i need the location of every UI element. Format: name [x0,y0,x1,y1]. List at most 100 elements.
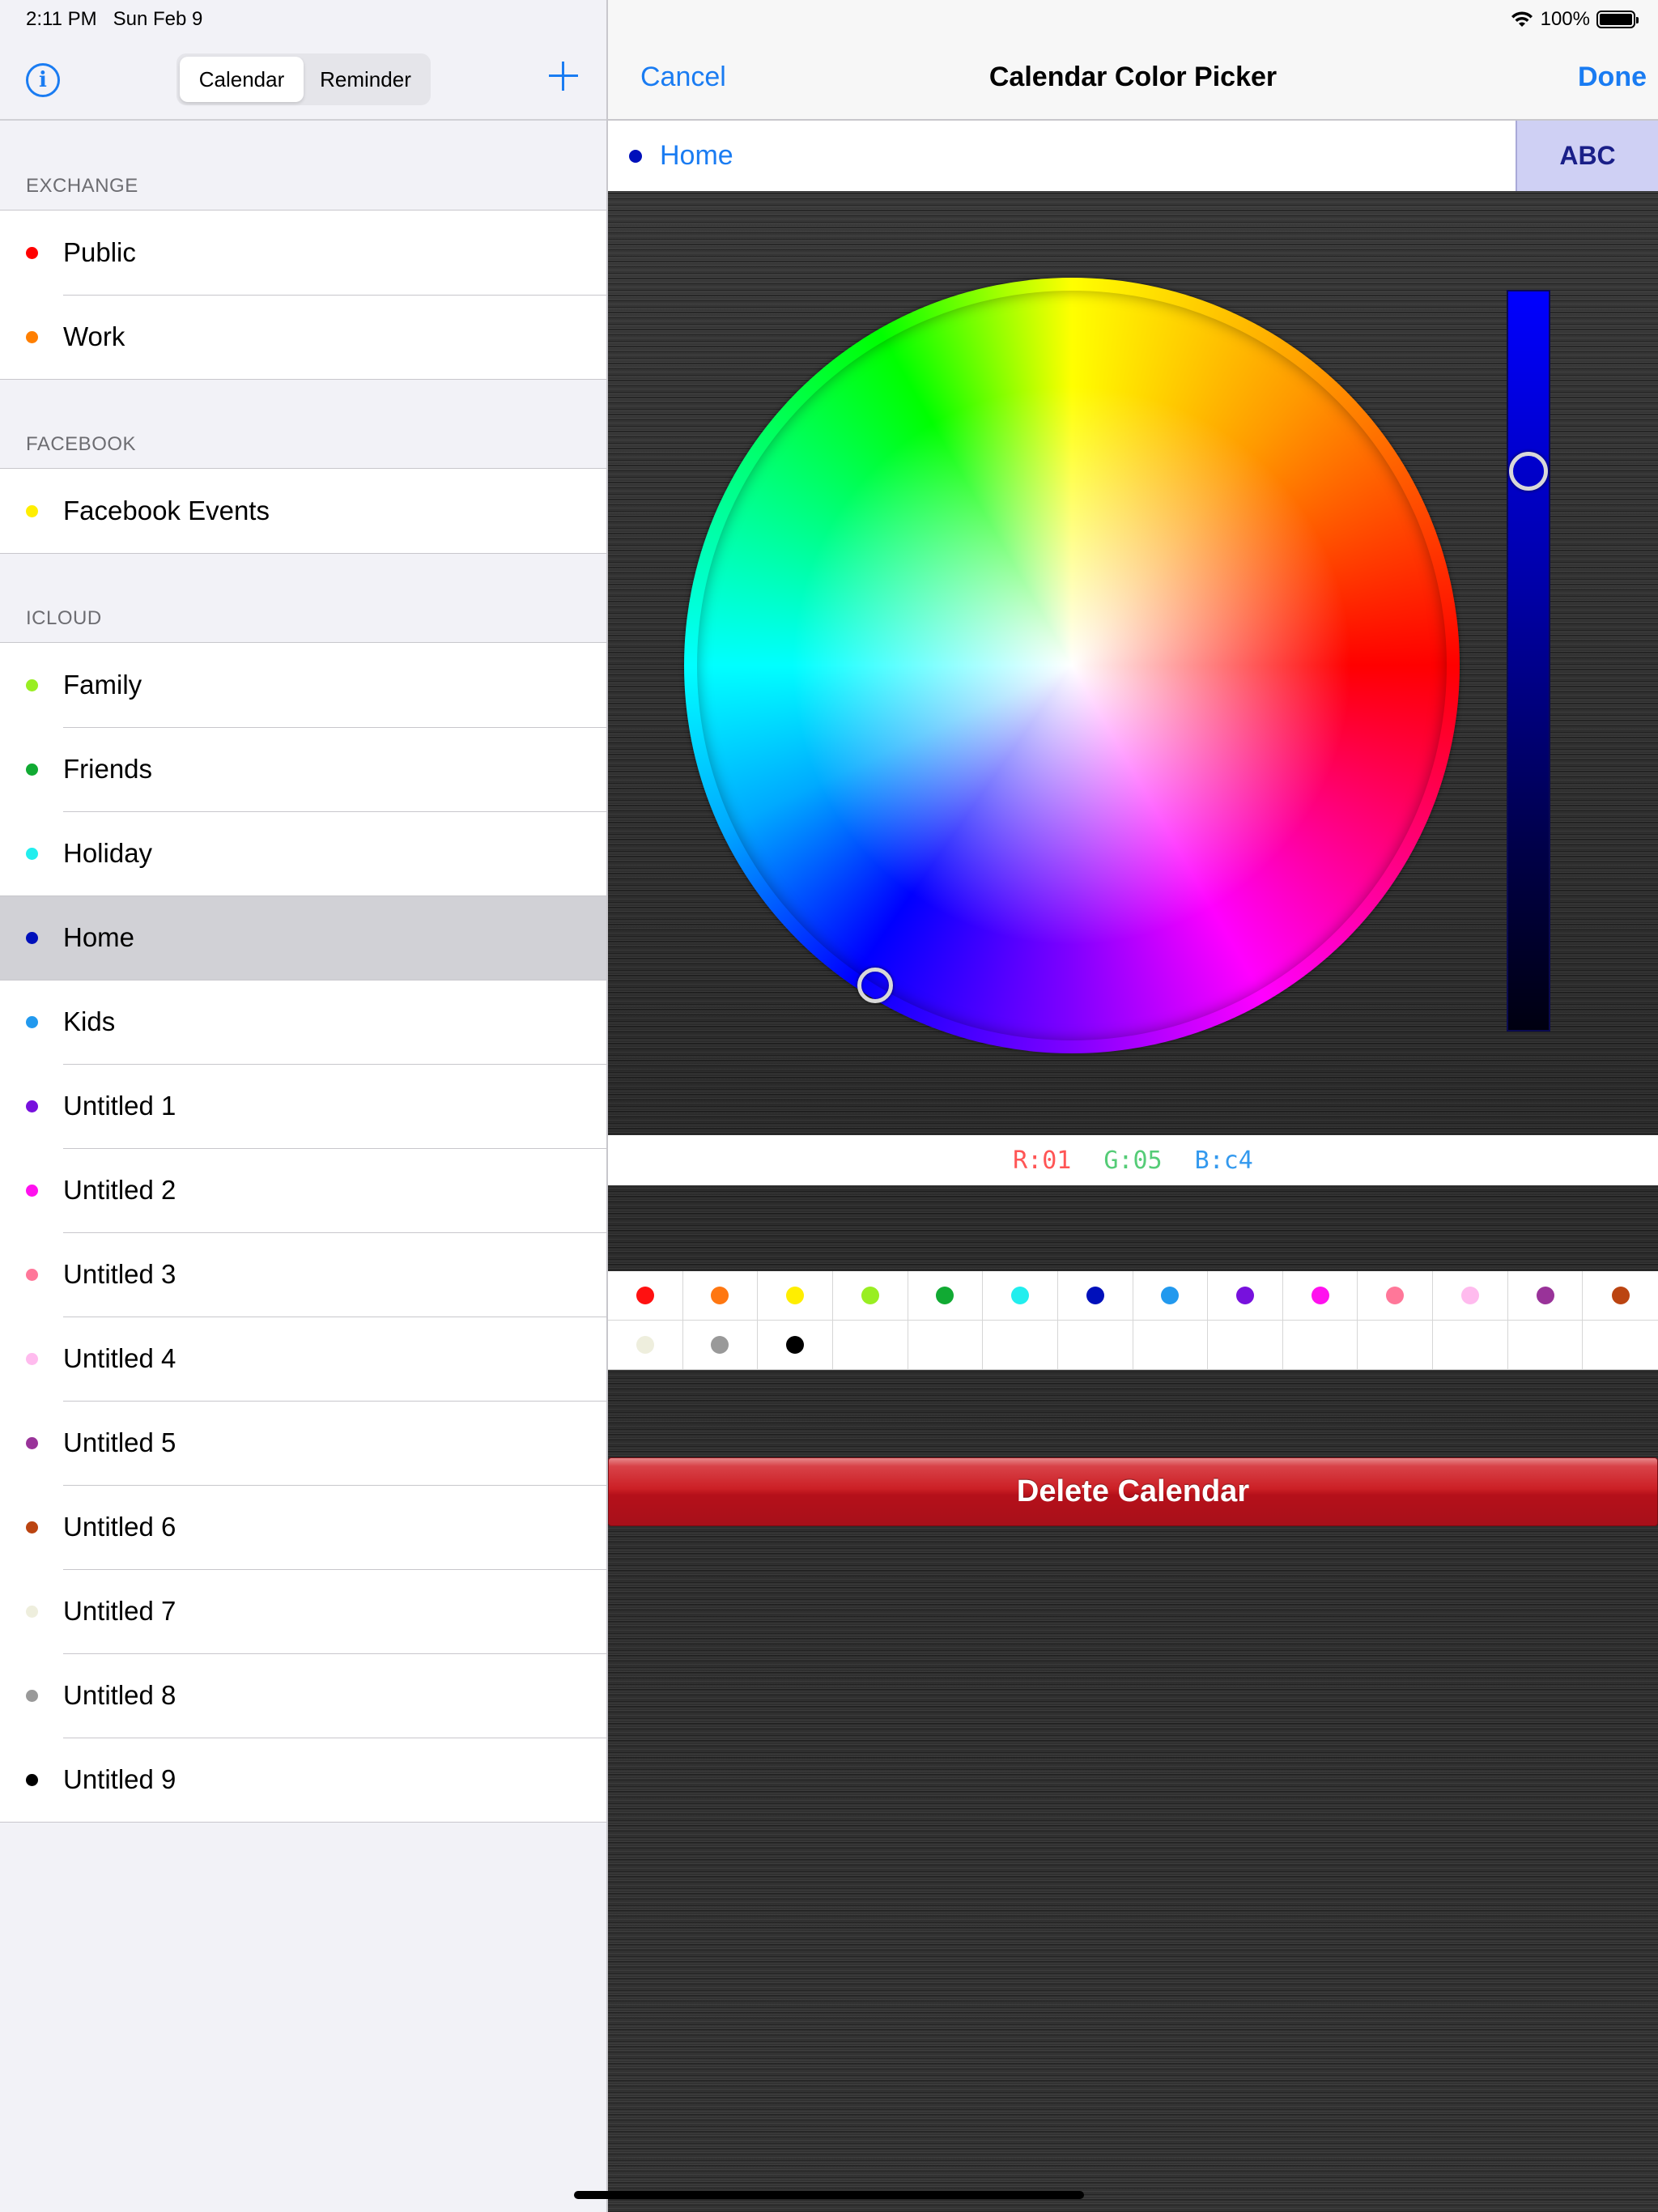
color-swatch[interactable] [608,1321,683,1370]
calendar-color-dot [26,1605,38,1618]
calendar-row-untitled-9[interactable]: Untitled 9 [0,1738,607,1822]
done-button[interactable]: Done [1578,62,1647,93]
calendar-color-dot [26,1689,38,1702]
color-swatch-grid [608,1271,1658,1370]
color-swatch[interactable] [608,1271,683,1321]
empty-swatch-cell [983,1321,1058,1370]
calendar-color-dot [26,931,38,944]
brightness-slider[interactable] [1507,290,1550,1032]
calendar-row-kids[interactable]: Kids [0,980,607,1064]
section-header-facebook: FACEBOOK [26,433,137,455]
abc-text-color-button[interactable]: ABC [1516,121,1658,191]
swatch-color-dot [786,1336,805,1354]
delete-calendar-button[interactable]: Delete Calendar [608,1457,1658,1526]
color-swatch[interactable] [758,1271,833,1321]
green-value: G:05 [1103,1146,1163,1175]
calendar-row-public[interactable]: Public [0,211,607,295]
calendar-color-dot [26,1184,38,1197]
calendar-row-home[interactable]: Home [0,895,607,980]
calendar-row-holiday[interactable]: Holiday [0,811,607,895]
status-time: 2:11 PM [26,8,97,30]
calendar-label: Untitled 3 [63,1259,176,1289]
calendar-color-dot [26,1521,38,1534]
calendar-row-family[interactable]: Family [0,643,607,727]
calendar-color-dot [26,847,38,860]
calendar-label: Holiday [63,838,153,868]
calendar-row-untitled-4[interactable]: Untitled 4 [0,1317,607,1401]
calendar-row-untitled-3[interactable]: Untitled 3 [0,1232,607,1317]
swatch-color-dot [1536,1287,1554,1304]
segment-reminder[interactable]: Reminder [304,57,427,102]
color-swatch[interactable] [832,1271,908,1321]
calendar-color-dot [26,1100,38,1112]
color-swatch[interactable] [908,1271,984,1321]
calendar-label: Public [63,237,136,267]
blue-value: B:c4 [1194,1146,1253,1175]
color-swatch[interactable] [1507,1271,1584,1321]
color-swatch[interactable] [1282,1271,1358,1321]
color-swatch[interactable] [1133,1271,1209,1321]
calendar-color-dot [26,504,38,517]
swatch-color-dot [1086,1287,1104,1304]
calendar-color-dot [26,678,38,691]
color-swatch[interactable] [1057,1271,1133,1321]
calendar-row-untitled-6[interactable]: Untitled 6 [0,1485,607,1569]
calendar-row-untitled-7[interactable]: Untitled 7 [0,1569,607,1653]
color-swatch[interactable] [1208,1271,1283,1321]
calendar-label: Untitled 7 [63,1596,176,1626]
color-swatch[interactable] [1583,1271,1658,1321]
red-value: R:01 [1013,1146,1072,1175]
brightness-slider-handle[interactable] [1509,452,1548,491]
calendar-label: Friends [63,754,153,784]
calendar-name-field[interactable]: Home ABC [608,121,1658,191]
status-bar-clock: 2:11 PM Sun Feb 9 [26,8,202,31]
calendar-name-text[interactable]: Home [660,140,733,172]
calendar-label: Facebook Events [63,496,270,525]
color-wheel-handle[interactable] [857,968,893,1003]
swatch-color-dot [1460,1287,1479,1304]
status-date: Sun Feb 9 [113,8,203,30]
rgb-readout: R:01 G:05 B:c4 [608,1135,1658,1185]
info-icon[interactable]: i [26,63,60,97]
calendar-label: Untitled 6 [63,1512,176,1542]
color-swatch[interactable] [983,1271,1058,1321]
plus-icon[interactable] [544,57,583,96]
exchange-calendar-group: Public Work [0,210,607,380]
swatch-color-dot [1611,1287,1630,1304]
calendar-row-untitled-8[interactable]: Untitled 8 [0,1653,607,1738]
empty-swatch-cell [832,1321,908,1370]
empty-swatch-cell [1433,1321,1508,1370]
battery-percent: 100% [1540,8,1590,30]
section-header-exchange: EXCHANGE [26,175,138,197]
color-picker-panel: Cancel Calendar Color Picker Done Home A… [608,0,1658,2212]
calendar-reminder-segmented-control: Calendar Reminder [176,53,431,105]
calendar-row-untitled-1[interactable]: Untitled 1 [0,1064,607,1148]
swatch-color-dot [936,1287,954,1304]
color-swatch[interactable] [682,1321,759,1370]
segment-calendar[interactable]: Calendar [180,57,304,102]
calendar-label: Untitled 8 [63,1680,176,1710]
calendar-label: Home [63,922,135,952]
calendar-row-untitled-2[interactable]: Untitled 2 [0,1148,607,1232]
empty-swatch-cell [1282,1321,1358,1370]
wifi-icon [1511,11,1533,27]
calendar-color-dot [26,246,38,259]
calendar-row-work[interactable]: Work [0,295,607,379]
empty-swatch-cell [1358,1321,1434,1370]
empty-swatch-cell [1507,1321,1584,1370]
color-swatch[interactable] [682,1271,759,1321]
color-swatch[interactable] [1358,1271,1434,1321]
section-header-icloud: ICLOUD [26,607,102,629]
swatch-color-dot [636,1287,654,1304]
color-swatch[interactable] [1433,1271,1508,1321]
color-wheel-shading [697,291,1447,1040]
calendar-label: Untitled 5 [63,1427,176,1457]
calendar-row-untitled-5[interactable]: Untitled 5 [0,1401,607,1485]
color-swatch[interactable] [758,1321,833,1370]
swatch-color-dot [786,1287,805,1304]
empty-swatch-cell [1057,1321,1133,1370]
icloud-calendar-group: Family Friends Holiday Home Kids Untitle… [0,642,607,1823]
calendar-row-facebook-events[interactable]: Facebook Events [0,469,607,553]
swatch-color-dot [1386,1287,1405,1304]
calendar-row-friends[interactable]: Friends [0,727,607,811]
